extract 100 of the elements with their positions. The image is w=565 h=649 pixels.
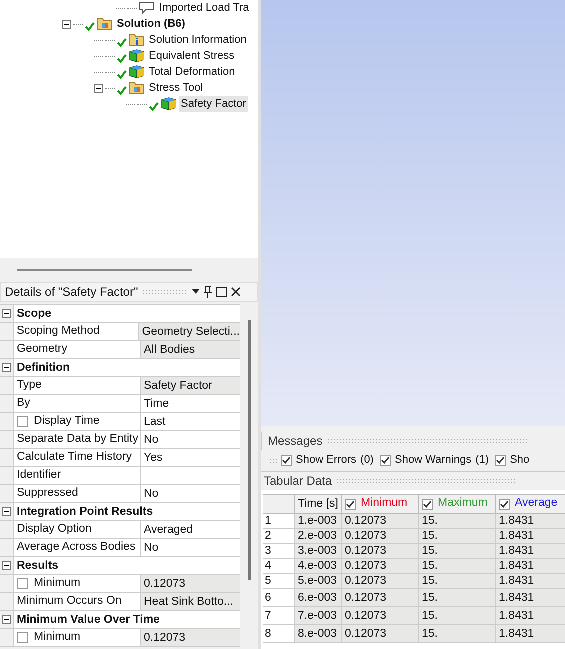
checkbox[interactable] (17, 632, 28, 643)
property-value[interactable]: No (141, 431, 240, 448)
property-value[interactable]: No (141, 539, 240, 556)
collapse-toggle[interactable] (62, 20, 71, 28)
property-name: Minimum (34, 630, 81, 645)
table-cell: 1.8431 (496, 589, 565, 607)
row-number[interactable]: 5 (263, 574, 295, 589)
dropdown-icon[interactable] (192, 289, 200, 295)
collapse-toggle[interactable] (2, 309, 11, 318)
collapse-toggle[interactable] (94, 84, 103, 92)
table-cell: 0.12073 (342, 529, 419, 544)
row-number[interactable]: 2 (263, 529, 295, 544)
panel-title: Tabular Data (264, 473, 332, 490)
property-name: Calculate Time History (17, 450, 132, 465)
scrollbar-thumb[interactable] (248, 320, 250, 580)
checkbox[interactable] (422, 498, 433, 510)
row-number[interactable]: 1 (263, 514, 295, 529)
table-cell: 0.12073 (342, 559, 419, 574)
table-cell: 5.e-003 (295, 574, 342, 589)
tree-item[interactable]: Total Deformation (147, 64, 238, 80)
property-value[interactable]: Averaged (141, 521, 240, 538)
tree-item[interactable]: Imported Load Tra (157, 0, 252, 16)
table-cell: 2.e-003 (295, 529, 342, 544)
collapse-toggle[interactable] (2, 507, 11, 516)
row-number[interactable]: 3 (263, 544, 295, 559)
collapse-toggle[interactable] (2, 561, 11, 570)
table-cell: 15. (419, 625, 496, 643)
tree-item[interactable]: Safety Factor (179, 96, 248, 112)
property-name: Separate Data by Entity (17, 432, 138, 447)
filter-count: (1) (476, 453, 490, 468)
row-number[interactable]: 6 (263, 589, 295, 607)
column-header[interactable]: Time [s] (295, 495, 342, 514)
maximize-icon[interactable] (216, 287, 228, 297)
property-value[interactable]: Geometry Selecti... (139, 323, 240, 340)
table-cell: 8.e-003 (295, 625, 342, 643)
table-cell: 1.8431 (496, 559, 565, 574)
section-header: Minimum Value Over Time (13, 611, 240, 628)
property-name: Average Across Bodies (17, 540, 136, 555)
property-value[interactable]: Safety Factor (141, 377, 240, 394)
row-number[interactable]: 8 (263, 625, 295, 643)
cube-icon (129, 49, 145, 63)
table-cell: 6.e-003 (295, 589, 342, 607)
property-name: Display Time (34, 414, 100, 429)
tree-item[interactable]: Solution (B6) (115, 16, 188, 32)
checkbox[interactable] (495, 455, 506, 466)
property-name: Minimum Occurs On (17, 594, 122, 609)
property-name: Suppressed (17, 486, 78, 501)
filter-label: Sho (510, 453, 530, 468)
cube-icon (161, 97, 177, 111)
checkbox[interactable] (380, 455, 391, 466)
section-header: Scope (13, 305, 240, 322)
filter-label: Show Errors (296, 453, 357, 468)
table-cell: 1.8431 (496, 607, 565, 625)
property-name: Scoping Method (16, 324, 100, 339)
table-cell: 15. (419, 559, 496, 574)
cube-icon (129, 65, 145, 79)
section-header: Definition (13, 359, 240, 376)
row-number[interactable]: 7 (263, 607, 295, 625)
property-value[interactable]: 0.12073 (141, 575, 240, 592)
property-value[interactable]: Time (141, 395, 240, 412)
table-cell: 7.e-003 (295, 607, 342, 625)
collapse-toggle[interactable] (2, 615, 11, 624)
close-icon[interactable] (231, 287, 242, 297)
filter-count: (0) (360, 453, 374, 468)
property-name: By (17, 396, 30, 411)
table-cell: 15. (419, 589, 496, 607)
property-name: Type (17, 378, 42, 393)
property-value[interactable]: All Bodies (141, 341, 240, 358)
table-cell: 0.12073 (342, 574, 419, 589)
folder-icon (97, 17, 113, 31)
table-cell: 0.12073 (342, 607, 419, 625)
table-cell: 15. (419, 529, 496, 544)
tree-item[interactable]: Equivalent Stress (147, 48, 237, 64)
check-icon (149, 102, 159, 112)
property-name: Display Option (17, 522, 92, 537)
table-cell: 1.8431 (496, 544, 565, 559)
folder-icon (129, 81, 145, 95)
scrollbar-thumb[interactable] (17, 269, 192, 271)
table-cell: 1.8431 (496, 574, 565, 589)
checkbox[interactable] (17, 578, 28, 589)
table-cell: 15. (419, 544, 496, 559)
tree-item[interactable]: Solution Information (147, 32, 249, 48)
property-value[interactable]: 0.12073 (141, 629, 240, 646)
info-folder-icon (129, 33, 145, 47)
checkbox[interactable] (499, 498, 510, 510)
property-value[interactable]: Heat Sink Botto... (141, 593, 240, 610)
property-name: Minimum (34, 576, 81, 591)
checkbox[interactable] (281, 455, 292, 466)
property-value[interactable]: Last (141, 413, 240, 430)
property-value[interactable]: No (141, 485, 240, 502)
checkbox[interactable] (345, 498, 356, 510)
property-value[interactable]: Yes (141, 449, 240, 466)
table-cell: 1.8431 (496, 514, 565, 529)
row-number[interactable]: 4 (263, 559, 295, 574)
tree-item[interactable]: Stress Tool (147, 80, 206, 96)
table-cell: 1.8431 (496, 625, 565, 643)
collapse-toggle[interactable] (2, 363, 11, 372)
section-header: Results (13, 557, 240, 574)
pin-icon[interactable] (204, 286, 212, 298)
checkbox[interactable] (17, 416, 28, 427)
